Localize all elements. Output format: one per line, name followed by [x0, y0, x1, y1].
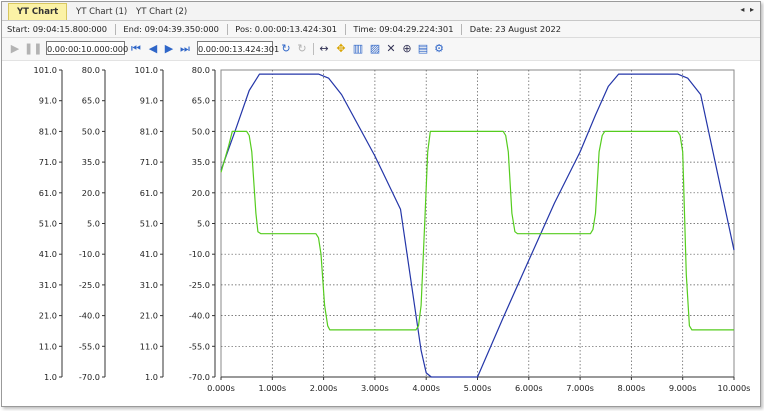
export-icon[interactable]: ▤	[416, 42, 430, 56]
tab-strip: YT Chart YT Chart (1) YT Chart (2) ◂ ▸	[2, 2, 760, 21]
chart-window: YT Chart YT Chart (1) YT Chart (2) ◂ ▸ S…	[1, 1, 761, 407]
cross-icon[interactable]: ✕	[384, 42, 398, 56]
y-tick-label: -40.0	[79, 311, 100, 321]
y-tick-label: -10.0	[79, 249, 100, 259]
y-tick-label: -25.0	[189, 280, 210, 290]
toolbar-separator	[313, 43, 314, 55]
x-tick-label: 8.000s	[618, 383, 646, 393]
graph-icon[interactable]: ▨	[368, 42, 382, 56]
y-tick-label: 51.0	[39, 219, 57, 229]
play-icon[interactable]: ▶	[8, 42, 22, 56]
y-tick-label: 21.0	[140, 311, 158, 321]
start-value: 09:04:15.800:000	[32, 24, 108, 34]
y-tick-label: -55.0	[189, 341, 210, 351]
time-value: 09:04:29.224:301	[379, 24, 454, 34]
zoom-icon[interactable]: ⊕	[400, 42, 414, 56]
tab-yt-chart-1[interactable]: YT Chart (1)	[68, 4, 135, 20]
y-tick-label: 80.0	[192, 65, 210, 75]
time-span-input[interactable]: 0.00:00:10.000:000	[46, 41, 128, 55]
y-tick-label: 81.0	[140, 126, 158, 136]
y-tick-label: 91.0	[140, 96, 158, 106]
y-tick-label: 11.0	[39, 341, 57, 351]
y-tick-label: 71.0	[39, 157, 57, 167]
tab-yt-chart-2[interactable]: YT Chart (2)	[128, 4, 195, 20]
x-tick-label: 0.000s	[207, 383, 235, 393]
y-tick-label: -10.0	[189, 249, 210, 259]
move-icon[interactable]: ✥	[334, 42, 348, 56]
yt-chart[interactable]: 101.0 91.0 81.0 71.0 61.0 51.0 41.0 31.0 21.0 11.…	[2, 60, 760, 405]
pan-icon[interactable]: ↔	[317, 42, 331, 56]
y-tick-label: 81.0	[39, 126, 57, 136]
y-tick-label: 65.0	[82, 96, 100, 106]
start-label: Start:	[7, 24, 31, 34]
y-tick-label: 35.0	[82, 157, 100, 167]
date-label: Date:	[469, 24, 493, 34]
x-tick-label: 6.000s	[515, 383, 543, 393]
x-tick-label: 10.000s	[718, 383, 751, 393]
x-tick-label: 9.000s	[669, 383, 697, 393]
y-tick-label: 20.0	[82, 188, 100, 198]
x-tick-label: 5.000s	[464, 383, 492, 393]
next-icon[interactable]: ▶	[162, 42, 176, 56]
date-value: 23 August 2022	[495, 24, 562, 34]
y-tick-label: 50.0	[82, 126, 100, 136]
y-tick-label: 1.0	[44, 372, 57, 382]
x-tick-label: 3.000s	[361, 383, 389, 393]
y-tick-label: -55.0	[79, 341, 100, 351]
separator	[344, 24, 346, 35]
y-tick-label: 31.0	[39, 280, 57, 290]
y-tick-label: 50.0	[192, 126, 210, 136]
y-tick-label: 101.0	[135, 65, 158, 75]
y-tick-label: 101.0	[34, 65, 57, 75]
y-tick-label: -70.0	[79, 372, 100, 382]
y-tick-label: -40.0	[189, 311, 210, 321]
y-tick-label: 20.0	[192, 188, 210, 198]
position-input[interactable]: 0.00:00:13.424:301	[197, 41, 279, 55]
axis-icon[interactable]: ▥	[351, 42, 365, 56]
y-tick-label: 21.0	[39, 311, 57, 321]
y-tick-label: 41.0	[140, 249, 158, 259]
separator	[461, 24, 463, 35]
y-tick-label: 5.0	[87, 219, 100, 229]
y-tick-label: 51.0	[140, 219, 158, 229]
settings-icon[interactable]: ⚙	[432, 42, 446, 56]
last-icon[interactable]: ⏭	[178, 42, 192, 56]
y-tick-label: 65.0	[192, 96, 210, 106]
x-tick-label: 1.000s	[258, 383, 286, 393]
refresh-icon[interactable]: ↻	[279, 42, 293, 56]
y-tick-label: -25.0	[79, 280, 100, 290]
reset-icon[interactable]: ↻	[295, 42, 309, 56]
toolbar: ▶ ❚❚ 0.00:00:10.000:000 ⏮ ◀ ▶ ⏭ 0.00:00:…	[2, 38, 760, 61]
y-tick-label: -70.0	[189, 372, 210, 382]
tab-next-icon[interactable]: ▸	[750, 5, 754, 14]
y-tick-label: 5.0	[197, 219, 210, 229]
y-tick-label: 35.0	[192, 157, 210, 167]
pause-icon[interactable]: ❚❚	[24, 42, 42, 56]
y-tick-label: 61.0	[39, 188, 57, 198]
end-value: 09:04:39.350:000	[144, 24, 219, 34]
first-icon[interactable]: ⏮	[129, 42, 143, 56]
x-tick-label: 2.000s	[310, 383, 338, 393]
separator	[226, 24, 228, 35]
x-tick-label: 7.000s	[566, 383, 594, 393]
time-label: Time:	[353, 24, 377, 34]
y-tick-label: 71.0	[140, 157, 158, 167]
separator	[114, 24, 116, 35]
y-tick-label: 91.0	[39, 96, 57, 106]
x-tick-label: 4.000s	[412, 383, 440, 393]
tab-yt-chart[interactable]: YT Chart	[8, 3, 68, 20]
tab-prev-icon[interactable]: ◂	[740, 5, 744, 14]
y-tick-label: 11.0	[140, 341, 158, 351]
pos-label: Pos:	[235, 24, 253, 34]
pos-value: 0.00:00:13.424:301	[254, 24, 338, 34]
y-tick-label: 41.0	[39, 249, 57, 259]
prev-icon[interactable]: ◀	[146, 42, 160, 56]
y-tick-label: 1.0	[145, 372, 158, 382]
y-tick-label: 80.0	[82, 65, 100, 75]
y-tick-label: 61.0	[140, 188, 158, 198]
tab-nav: ◂ ▸	[737, 5, 754, 14]
y-tick-label: 31.0	[140, 280, 158, 290]
end-label: End:	[123, 24, 142, 34]
info-bar: Start: 09:04:15.800:000 End: 09:04:39.35…	[2, 21, 760, 38]
